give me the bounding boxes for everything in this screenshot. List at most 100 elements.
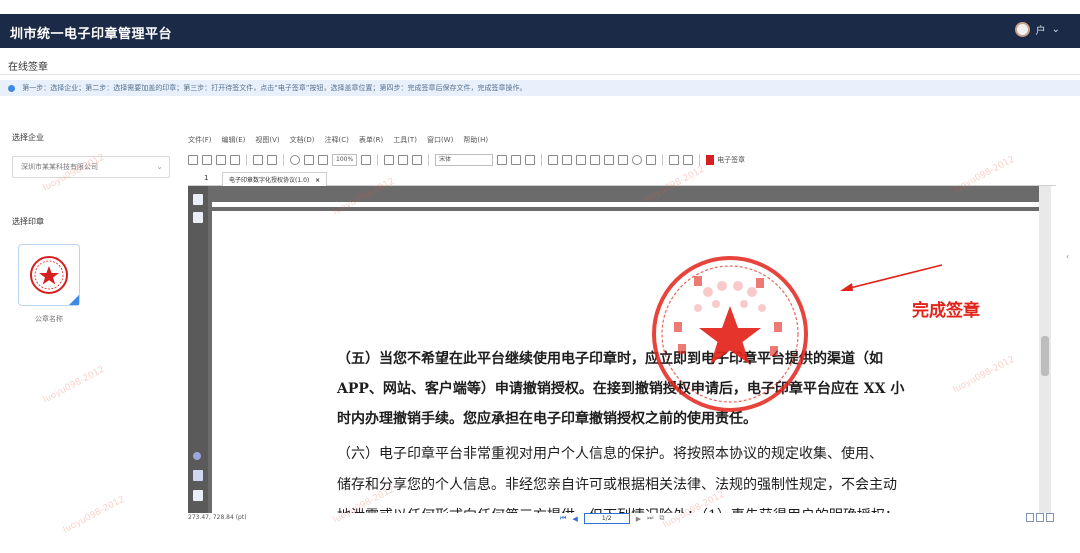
watermark: luoyu098-2012 <box>61 494 127 536</box>
first-page-icon[interactable]: ⏮ <box>560 514 566 523</box>
menu-form[interactable]: 表单(R) <box>359 135 383 145</box>
doc-line-5: 储存和分享您的个人信息。非经您亲自许可或根据相关法律、法规的强制性规定，不会主动 <box>337 477 897 493</box>
layers-icon[interactable] <box>193 452 201 460</box>
signature-field-icon[interactable] <box>683 155 694 165</box>
continuous-icon[interactable] <box>1036 513 1044 522</box>
separator <box>428 154 430 166</box>
rectangle-icon[interactable] <box>618 155 629 165</box>
snapshot-icon[interactable] <box>398 155 409 165</box>
fit-page-icon[interactable] <box>304 155 314 165</box>
strikeout-icon[interactable] <box>576 155 587 165</box>
user-name[interactable]: 户 <box>1036 22 1046 37</box>
attach-icon[interactable] <box>646 155 657 165</box>
scrollbar-thumb[interactable] <box>1041 336 1049 376</box>
hand-icon[interactable] <box>384 155 395 165</box>
user-menu[interactable]: 户 ⌄ <box>1014 22 1060 37</box>
bookmarks-icon[interactable] <box>193 212 203 223</box>
open-icon[interactable] <box>188 155 198 165</box>
underline-icon[interactable] <box>562 155 573 165</box>
page-area[interactable]: （五）当您不希望在此平台继续使用电子印章时，应立即到电子印章平台提供的渠道（如 … <box>208 186 1051 513</box>
save-icon[interactable] <box>202 155 212 165</box>
zoom-icon[interactable] <box>290 155 300 165</box>
seal-name: 公章名称 <box>35 315 63 323</box>
app-title: 圳市统一电子印章管理平台 <box>10 27 173 42</box>
single-page-icon[interactable] <box>1026 513 1034 522</box>
doc-line-4: （六）电子印章平台非常重视对用户个人信息的保护。将按照本协议的规定收集、使用、 <box>337 446 883 462</box>
info-icon <box>8 84 15 92</box>
print-icon[interactable] <box>230 155 240 165</box>
chevron-down-icon[interactable]: ⌄ <box>156 157 163 177</box>
menu-edit[interactable]: 编辑(E) <box>222 135 246 145</box>
menu-window[interactable]: 窗口(W) <box>427 135 453 145</box>
viewer-menubar: 文件(F) 编辑(E) 视图(V) 文档(D) 注释(C) 表单(R) 工具(T… <box>188 135 488 145</box>
zoom-field[interactable]: 100% <box>332 154 358 166</box>
fit-width-icon[interactable] <box>318 155 328 165</box>
separator <box>541 154 543 166</box>
thumbnails-icon[interactable] <box>193 194 203 205</box>
note-icon[interactable] <box>497 155 508 165</box>
selected-corner-icon <box>69 295 79 305</box>
company-label: 选择企业 <box>12 133 44 142</box>
menu-view[interactable]: 视图(V) <box>255 135 279 145</box>
comments-icon[interactable] <box>193 490 203 501</box>
document-tabbar: 1 电子印章数字化授权协议(1.0) × <box>188 172 1056 186</box>
chevron-down-icon[interactable]: ⌄ <box>1052 24 1060 35</box>
form-icon[interactable] <box>669 155 680 165</box>
annotation-label: 完成签章 <box>912 301 980 321</box>
cursor-coords: 273.47, 728.84 (pt) <box>188 514 247 521</box>
attachments-icon[interactable] <box>193 470 203 481</box>
applied-seal-stamp <box>652 256 808 412</box>
menu-help[interactable]: 帮助(H) <box>463 135 488 145</box>
e-sign-label: 电子签章 <box>717 156 746 164</box>
edge-marker: ‹ <box>1066 252 1070 261</box>
text-icon[interactable] <box>267 155 277 165</box>
divider <box>0 74 1080 75</box>
marker-icon[interactable] <box>590 155 601 165</box>
viewer-toolbar: 100% 宋体 电子签章 <box>188 151 1058 169</box>
page-input[interactable]: 1/2 <box>583 513 630 524</box>
menu-comment[interactable]: 注释(C) <box>325 135 349 145</box>
separator <box>283 154 284 166</box>
seal-card[interactable] <box>18 244 80 306</box>
close-icon[interactable]: × <box>315 177 320 184</box>
next-page-icon[interactable]: ▶ <box>636 515 641 523</box>
menu-document[interactable]: 文档(D) <box>290 135 315 145</box>
font-field[interactable]: 宋体 <box>435 154 494 166</box>
e-sign-button[interactable]: 电子签章 <box>706 155 745 165</box>
breadcrumb: 在线签章 <box>8 62 48 73</box>
avatar[interactable] <box>1014 22 1030 37</box>
page-navigator: ⏮ ◀ 1/2 ▶ ⏭ ⧉ <box>560 513 664 524</box>
document-tab-label[interactable]: 电子印章数字化授权协议(1.0) <box>229 177 309 184</box>
menu-tools[interactable]: 工具(T) <box>393 135 417 145</box>
menu-file[interactable]: 文件(F) <box>188 135 212 145</box>
document-tab[interactable]: 电子印章数字化授权协议(1.0) × <box>222 172 328 186</box>
separator <box>246 154 247 166</box>
pen-icon[interactable] <box>253 155 263 165</box>
textbox-icon[interactable] <box>511 155 522 165</box>
ellipse-icon[interactable] <box>632 155 643 165</box>
seal-label: 选择印章 <box>12 217 44 226</box>
separator <box>662 154 664 166</box>
prev-page-icon[interactable]: ◀ <box>572 515 577 523</box>
vertical-scrollbar[interactable] <box>1039 186 1051 513</box>
last-page-icon[interactable]: ⏭ <box>647 514 653 523</box>
facing-icon[interactable] <box>1046 513 1054 522</box>
copy-icon[interactable] <box>216 155 226 165</box>
select-icon[interactable] <box>412 155 423 165</box>
doc-line-1: （五）当您不希望在此平台继续使用电子印章时，应立即到电子印章平台提供的渠道（如 <box>337 351 883 367</box>
separator <box>377 154 379 166</box>
move-icon[interactable] <box>361 155 372 165</box>
doc-line-2: APP、网站、客户端等）申请撤销授权。在接到撤销授权申请后，电子印章平台应在 X… <box>337 381 905 397</box>
arrow-icon <box>840 264 943 291</box>
line-icon[interactable] <box>604 155 615 165</box>
watermark: luoyu098-2012 <box>41 364 107 406</box>
steps-info-banner: 第一步：选择企业；第二步：选择需要加盖的印章；第三步：打开待签文件，点击“电子签… <box>0 80 1080 96</box>
doc-line-3: 时内办理撤销手续。您应承担在电子印章撤销授权之前的使用责任。 <box>337 411 757 427</box>
stamp-icon[interactable] <box>525 155 536 165</box>
pdf-viewer: 文件(F) 编辑(E) 视图(V) 文档(D) 注释(C) 表单(R) 工具(T… <box>184 125 1064 525</box>
e-sign-icon <box>706 155 715 165</box>
doc-line-6: 地泄露或以任何形式向任何第三方提供。但下列情况除外：（1）事先获得用户的明确授权… <box>337 505 937 513</box>
document-page: （五）当您不希望在此平台继续使用电子印章时，应立即到电子印章平台提供的渠道（如 … <box>212 202 1042 513</box>
highlight-icon[interactable] <box>548 155 559 165</box>
top-nav-bar: 圳市统一电子印章管理平台 户 ⌄ <box>0 14 1080 48</box>
